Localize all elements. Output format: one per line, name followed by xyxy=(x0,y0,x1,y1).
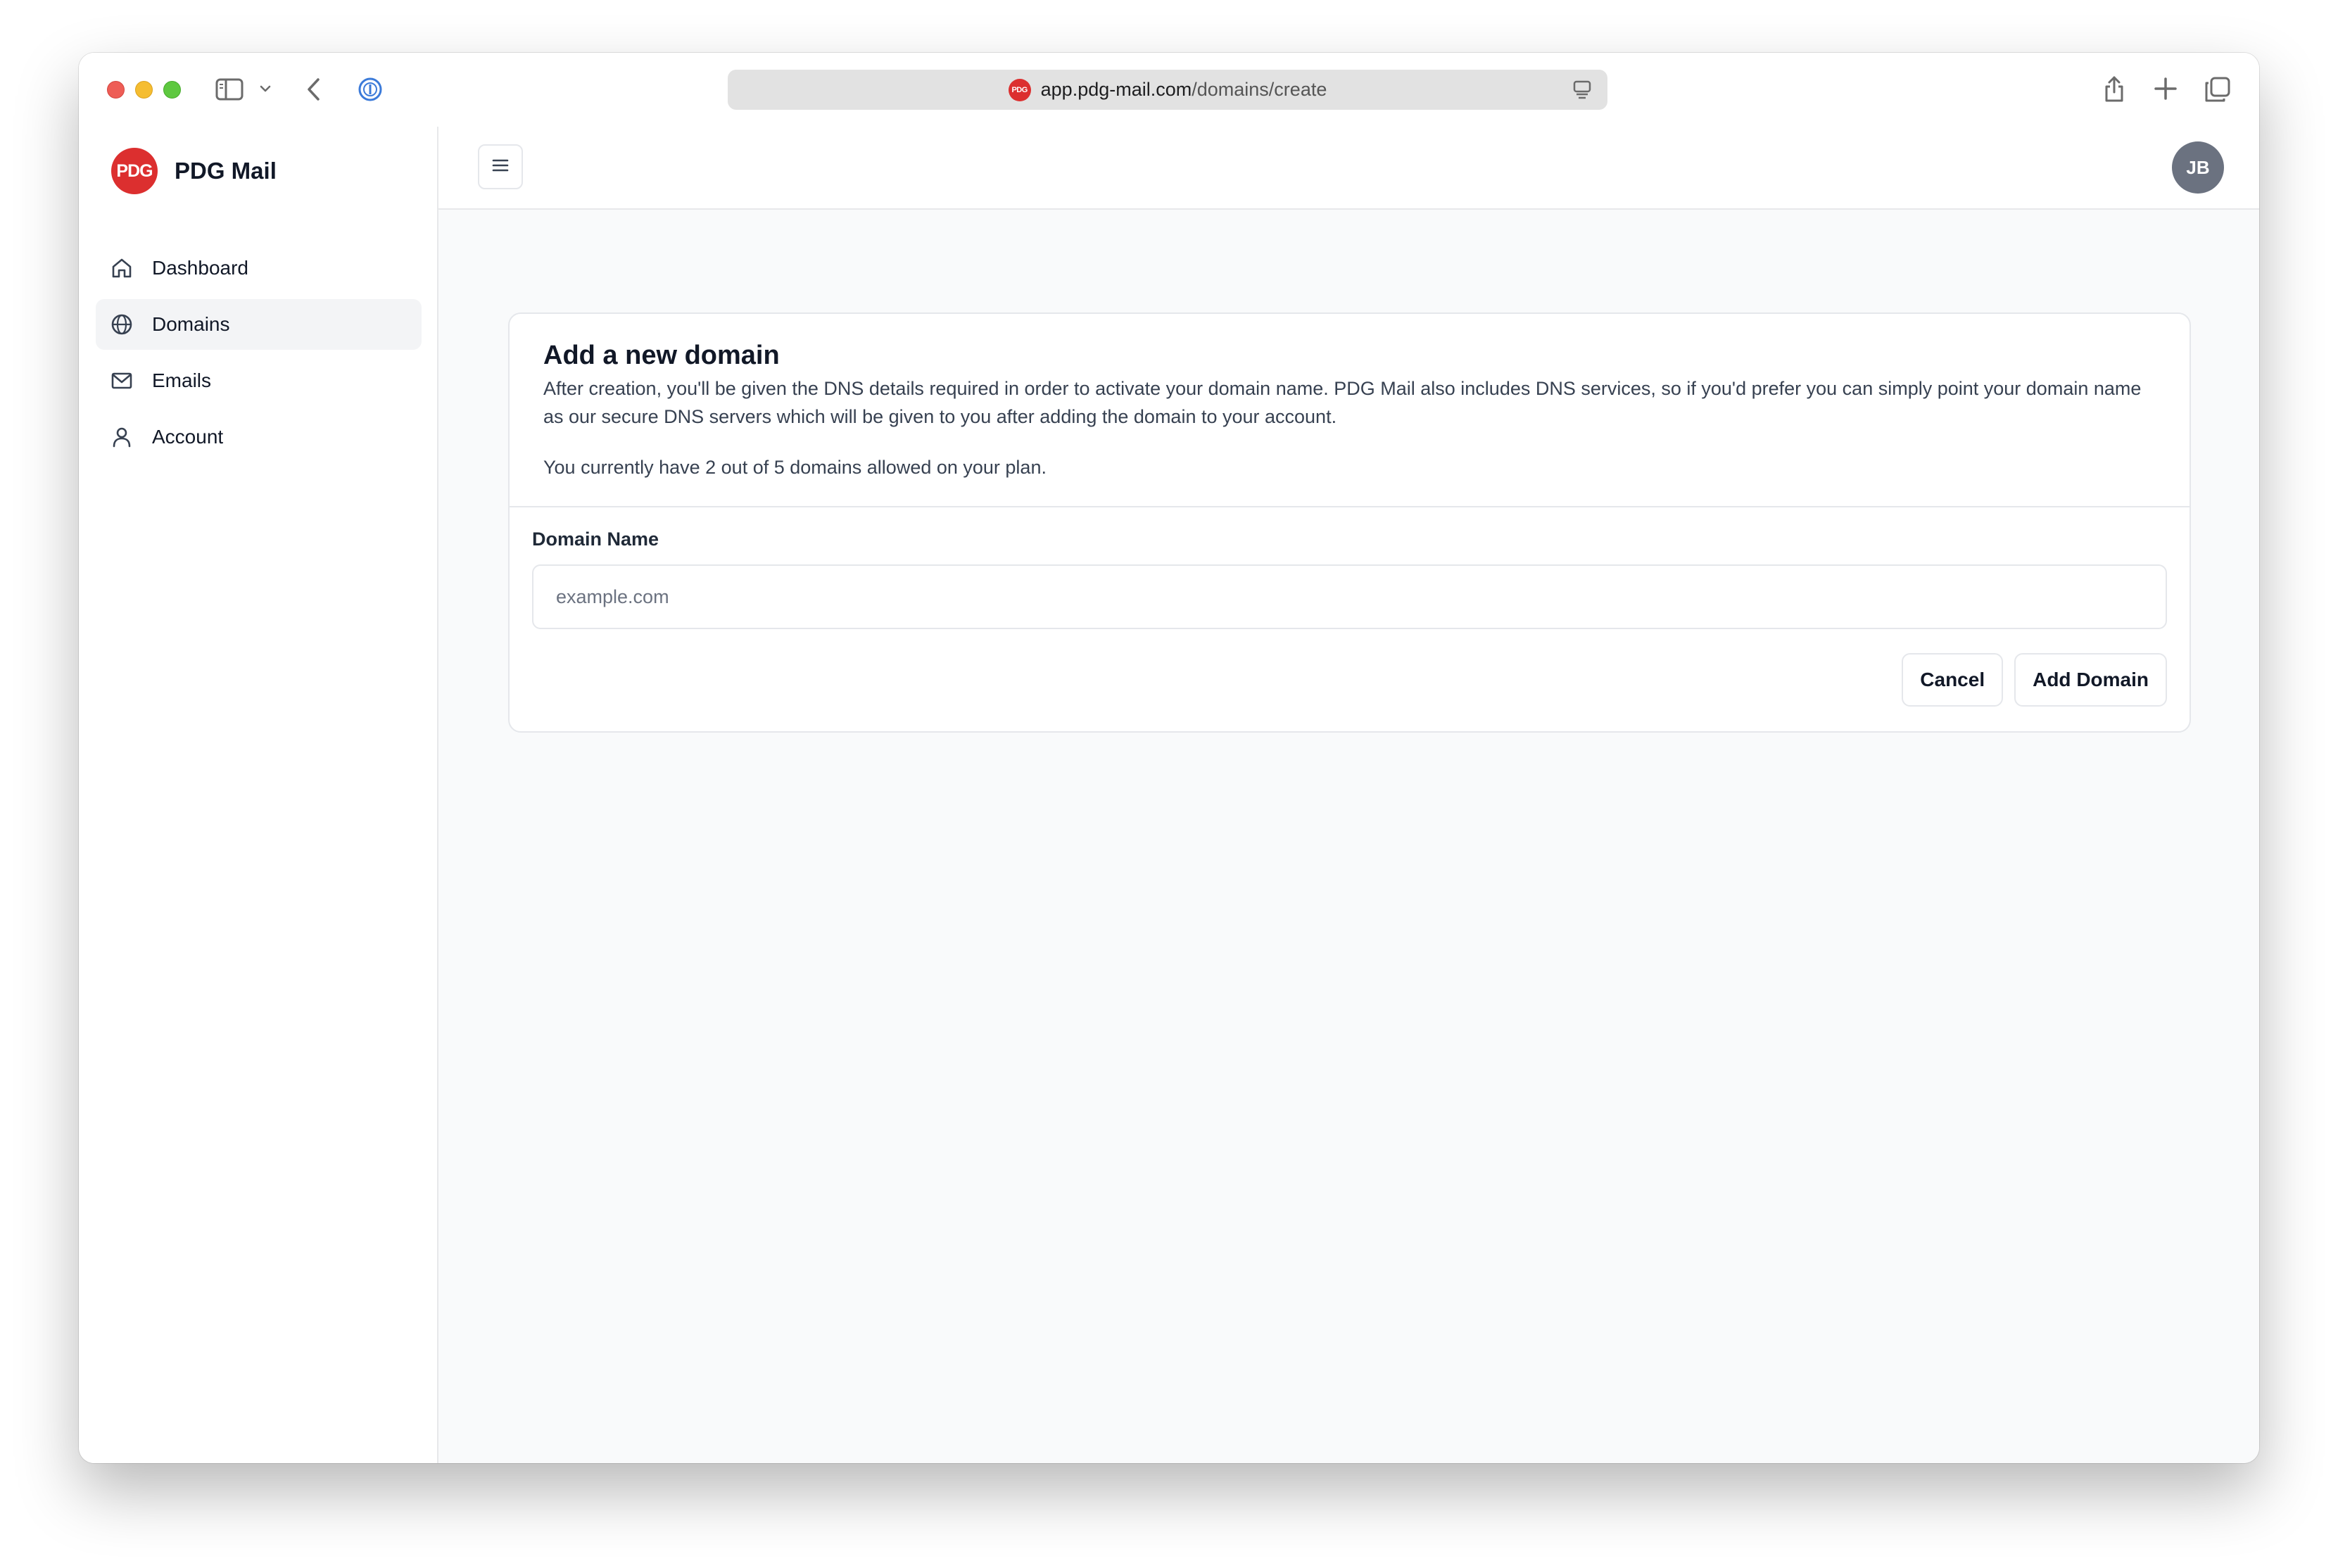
page-title: Add a new domain xyxy=(543,341,780,370)
main-content: JB Add a new domain After creation, you'… xyxy=(438,127,2259,1463)
app-root: PDG PDG Mail Dashboard Domains Emails Ac… xyxy=(79,127,2259,1463)
sidebar-item-label: Domains xyxy=(152,313,230,335)
sidebar-item-emails[interactable]: Emails xyxy=(96,355,422,406)
add-domain-card: Add a new domain After creation, you'll … xyxy=(508,312,2191,733)
minimize-window-button[interactable] xyxy=(135,81,153,99)
reader-mode-icon[interactable] xyxy=(1572,80,1592,104)
domain-name-label: Domain Name xyxy=(532,529,659,550)
hamburger-menu-icon xyxy=(491,158,510,177)
sidebar-item-account[interactable]: Account xyxy=(96,412,422,462)
user-avatar[interactable]: JB xyxy=(2172,141,2224,194)
brand-name: PDG Mail xyxy=(175,158,277,184)
sidebar-toggle-icon[interactable] xyxy=(215,78,244,101)
url-path: /domains/create xyxy=(1192,79,1327,100)
zoom-window-button[interactable] xyxy=(163,81,181,99)
url-text: app.pdg-mail.com/domains/create xyxy=(1041,79,1327,101)
card-description: After creation, you'll be given the DNS … xyxy=(543,378,2142,427)
password-manager-icon[interactable] xyxy=(358,77,383,102)
cancel-button[interactable]: Cancel xyxy=(1902,653,2004,707)
mail-icon xyxy=(110,369,134,393)
sidebar-item-label: Account xyxy=(152,426,224,448)
share-icon[interactable] xyxy=(2103,74,2125,103)
top-bar: JB xyxy=(438,127,2259,210)
sidebar-item-label: Dashboard xyxy=(152,257,248,279)
brand[interactable]: PDG PDG Mail xyxy=(111,148,277,194)
card-body: Domain Name Cancel Add Domain xyxy=(510,507,2189,707)
plan-usage-note: You currently have 2 out of 5 domains al… xyxy=(543,457,1047,478)
sidebar-item-domains[interactable]: Domains xyxy=(96,299,422,350)
home-icon xyxy=(110,256,134,280)
sidebar-nav: Dashboard Domains Emails Account xyxy=(96,243,422,468)
user-icon xyxy=(110,425,134,449)
browser-window: PDG app.pdg-mail.com/domains/create PDG … xyxy=(79,53,2259,1463)
menu-toggle-button[interactable] xyxy=(478,144,523,189)
sidebar-item-dashboard[interactable]: Dashboard xyxy=(96,243,422,293)
back-arrow-icon[interactable] xyxy=(305,77,322,102)
globe-icon xyxy=(110,312,134,336)
domain-name-input[interactable] xyxy=(532,564,2167,629)
sidebar: PDG PDG Mail Dashboard Domains Emails Ac… xyxy=(79,127,438,1463)
address-bar[interactable]: PDG app.pdg-mail.com/domains/create xyxy=(728,70,1607,110)
sidebar-item-label: Emails xyxy=(152,369,212,391)
brand-logo: PDG xyxy=(111,148,158,194)
new-tab-plus-icon[interactable] xyxy=(2154,77,2178,101)
chevron-down-icon[interactable] xyxy=(259,84,272,94)
form-actions: Cancel Add Domain xyxy=(532,653,2167,707)
site-favicon: PDG xyxy=(1008,78,1031,101)
browser-toolbar: PDG app.pdg-mail.com/domains/create xyxy=(79,53,2259,127)
tab-overview-icon[interactable] xyxy=(2204,76,2231,103)
close-window-button[interactable] xyxy=(107,81,125,99)
card-header: Add a new domain After creation, you'll … xyxy=(510,314,2189,507)
add-domain-button[interactable]: Add Domain xyxy=(2014,653,2167,707)
url-host: app.pdg-mail.com xyxy=(1040,79,1192,100)
